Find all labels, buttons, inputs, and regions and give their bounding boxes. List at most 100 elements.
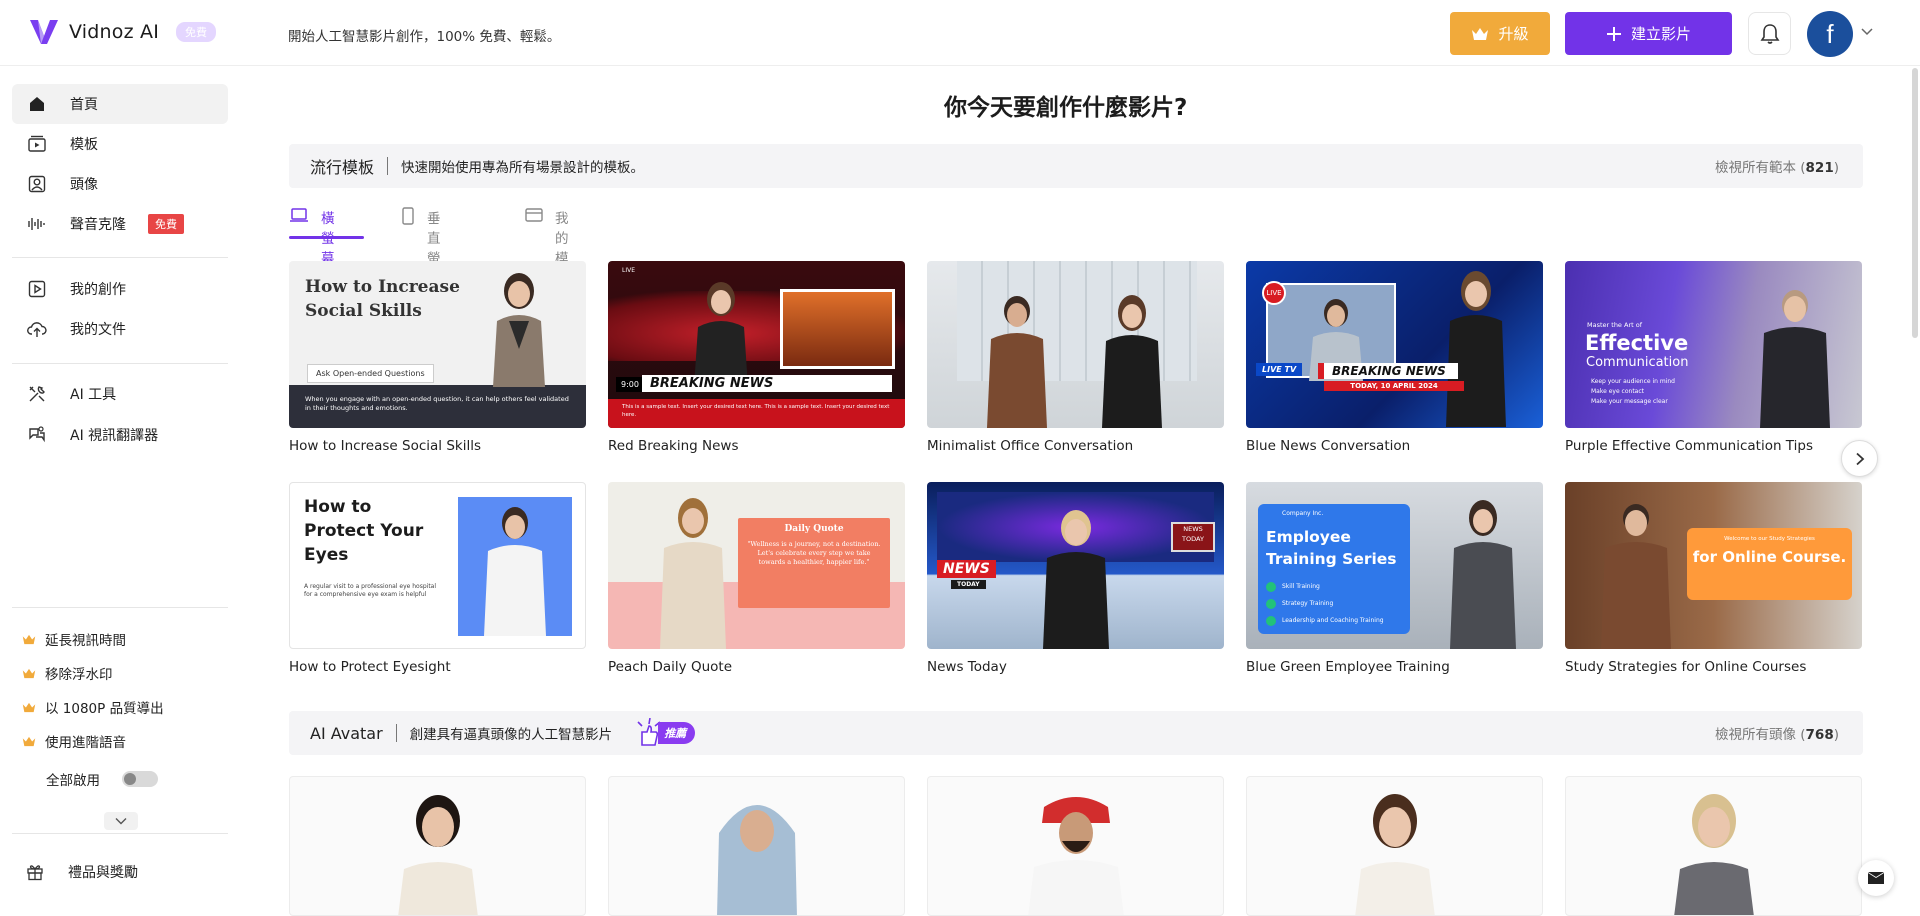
view-all-text: 檢視所有頭像 (	[1714, 727, 1806, 743]
perk-label: 移除浮水印	[45, 667, 113, 683]
avatar-figure	[1028, 797, 1124, 915]
template-icon	[26, 133, 48, 155]
thumb-list-item: Skill Training	[1266, 578, 1384, 595]
avatar-card[interactable]	[1246, 776, 1543, 916]
view-all-avatars-link[interactable]: 檢視所有頭像 (768)	[1715, 723, 1839, 743]
page-scrollbar[interactable]	[1912, 68, 1918, 338]
sidebar-item-ai-video-translator[interactable]: AI 視訊翻譯器	[12, 415, 228, 455]
gift-icon	[26, 863, 44, 881]
view-all-templates-link[interactable]: 檢視所有範本 (821)	[1715, 156, 1839, 176]
template-card[interactable]: How to Increase Social Skills Ask Open-e…	[289, 261, 586, 454]
perk-remove-watermark[interactable]: 移除浮水印	[22, 663, 113, 683]
perk-export-1080p[interactable]: 以 1080P 品質導出	[22, 697, 164, 717]
separator	[395, 724, 397, 742]
thumb-list: Skill Training Strategy Training Leaders…	[1266, 578, 1384, 629]
thumb-heading2: Communication	[1586, 355, 1689, 370]
tab-my-templates[interactable]: 我的模板	[525, 207, 569, 287]
template-card[interactable]: LIVE LIVE TV BREAKING NEWS TODAY, 10 APR…	[1246, 261, 1543, 454]
gift-label: 禮品與獎勵	[68, 865, 138, 881]
enable-all-toggle[interactable]	[122, 771, 158, 787]
upgrade-button[interactable]: 升級	[1450, 12, 1550, 55]
presenter-figure	[694, 282, 748, 387]
thumb-subheading: Ask Open-ended Questions	[307, 364, 434, 383]
sidebar-item-home[interactable]: 首頁	[12, 84, 228, 124]
chevron-down-icon	[115, 818, 127, 825]
perk-extend-duration[interactable]: 延長視訊時間	[22, 629, 126, 649]
thumb-bullets: Keep your audience in mind Make eye cont…	[1591, 377, 1675, 407]
brand-name: Vidnoz AI	[69, 21, 159, 43]
section-desc: 創建具有逼真頭像的人工智慧影片	[409, 727, 613, 743]
thumb-heading: Employee Training Series	[1266, 528, 1397, 568]
avatar-figure	[398, 795, 478, 915]
template-count: 821	[1805, 160, 1834, 176]
sidebar-item-templates[interactable]: 模板	[12, 124, 228, 164]
thumb-pretitle: Master the Art of	[1587, 321, 1642, 329]
top-header: Vidnoz AI 免費 開始人工智慧影片創作，100% 免費、輕鬆。 升級 建…	[0, 0, 1920, 66]
avatar-card[interactable]	[289, 776, 586, 916]
template-card[interactable]: Minimalist Office Conversation	[927, 261, 1224, 454]
presenter-figure	[660, 498, 726, 649]
thumb-livetv: LIVE TV	[1256, 363, 1303, 376]
thumb-headline: NEWS	[937, 560, 996, 578]
sidebar-divider	[12, 257, 228, 258]
tab-portrait[interactable]: 垂直螢幕	[401, 207, 441, 287]
upgrade-label: 升級	[1498, 25, 1529, 43]
sidebar-item-my-files[interactable]: 我的文件	[12, 309, 228, 349]
sidebar-item-my-creations[interactable]: 我的創作	[12, 269, 228, 309]
section-desc: 快速開始使用專為所有場景設計的模板。	[401, 160, 645, 176]
collapse-perks-button[interactable]	[104, 812, 138, 830]
perk-label: 使用進階語音	[45, 735, 126, 751]
thumb-headline: BREAKING NEWS	[642, 375, 892, 392]
brand-free-badge: 免費	[176, 22, 216, 42]
thumb-heading: Daily Quote	[784, 524, 844, 534]
thumb-list-text: Leadership and Coaching Training	[1282, 617, 1384, 624]
avatar-card[interactable]	[927, 776, 1224, 916]
sidebar-item-label: AI 視訊翻譯器	[70, 428, 159, 444]
template-card[interactable]: NEWS TODAY NEWS TODAY News Today	[927, 482, 1224, 675]
voice-icon	[26, 213, 48, 235]
view-all-paren: )	[1833, 727, 1839, 743]
create-video-button[interactable]: 建立影片	[1565, 12, 1732, 55]
page-title: 你今天要創作什麼影片?	[944, 95, 1188, 121]
avatar-figure	[1355, 794, 1435, 915]
notifications-button[interactable]	[1748, 12, 1791, 55]
sidebar-item-ai-tools[interactable]: AI 工具	[12, 374, 228, 414]
thumb-list-text: Strategy Training	[1282, 600, 1334, 607]
create-video-label: 建立影片	[1630, 25, 1691, 43]
perk-premium-voice[interactable]: 使用進階語音	[22, 731, 126, 751]
template-title: Peach Daily Quote	[608, 659, 732, 675]
brand-logo[interactable]: Vidnoz AI 免費	[28, 16, 216, 48]
section-title: AI Avatar	[310, 723, 383, 743]
avatar-count: 768	[1805, 727, 1834, 743]
tab-landscape[interactable]: 橫螢幕	[289, 207, 364, 267]
translate-icon	[26, 424, 48, 446]
chevron-down-icon[interactable]	[1860, 26, 1874, 36]
presenter-figure	[493, 273, 545, 387]
sidebar-item-label: 聲音克隆	[70, 217, 126, 233]
thumb-heading: How to Increase Social Skills	[305, 277, 460, 321]
template-card[interactable]: Company Inc. Employee Training Series Sk…	[1246, 482, 1543, 675]
avatar-card[interactable]	[1565, 776, 1862, 916]
template-card[interactable]: LIVE 9:00 BREAKING NEWS This is a sample…	[608, 261, 905, 454]
template-thumbnail: Daily Quote "Wellness is a journey, not …	[608, 482, 905, 649]
sidebar-item-voice-clone[interactable]: 聲音克隆 免費	[12, 204, 228, 244]
chat-support-button[interactable]	[1858, 860, 1894, 896]
user-avatar[interactable]: f	[1807, 11, 1853, 57]
template-thumbnail: How to Protect Your Eyes A regular visit…	[289, 482, 586, 649]
template-card[interactable]: Master the Art of Effective Communicatio…	[1565, 261, 1862, 454]
sidebar-item-label: 我的創作	[70, 282, 126, 298]
my-creations-icon	[26, 278, 48, 300]
sidebar-item-gifts[interactable]: 禮品與獎勵	[12, 852, 138, 892]
template-card[interactable]: How to Protect Your Eyes A regular visit…	[289, 482, 586, 675]
thumb-heading: Effective	[1585, 331, 1689, 355]
sidebar-item-avatars[interactable]: 頭像	[12, 164, 228, 204]
avatar-card[interactable]	[608, 776, 905, 916]
template-title: Minimalist Office Conversation	[927, 438, 1134, 454]
sidebar-divider	[12, 833, 228, 834]
carousel-next-button[interactable]	[1841, 440, 1878, 477]
thumb-bullet: Make your message clear	[1591, 398, 1668, 405]
thumb-heading: How to Protect Your Eyes	[304, 497, 424, 565]
template-thumbnail	[927, 261, 1224, 428]
template-card[interactable]: Daily Quote "Wellness is a journey, not …	[608, 482, 905, 675]
template-card[interactable]: Welcome to our Study Strategies for Onli…	[1565, 482, 1862, 675]
